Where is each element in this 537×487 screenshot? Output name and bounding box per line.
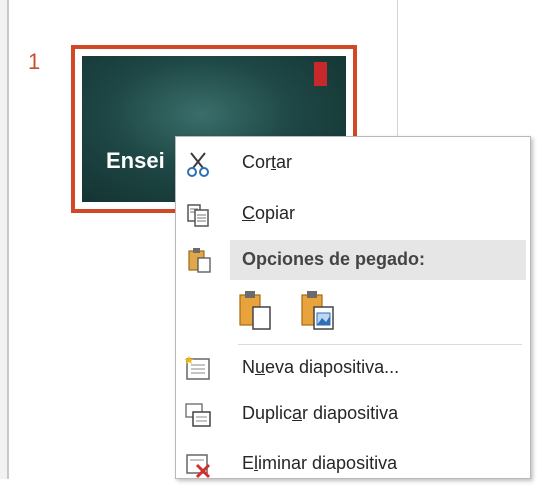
context-menu: Cortar Copiar Opciones de pegado: Nueva … xyxy=(175,136,531,479)
menu-item-new-slide-label: Nueva diapositiva... xyxy=(242,357,400,377)
menu-item-cut-label: Cortar xyxy=(242,152,293,172)
menu-item-delete-slide-label: Eliminar diapositiva xyxy=(242,453,398,473)
paste-options-header: Opciones de pegado: xyxy=(230,240,526,280)
paste-picture-icon xyxy=(301,291,334,330)
new-slide-icon xyxy=(184,356,210,380)
paste-icon xyxy=(188,248,211,273)
slide-thumbnail-title: Ensei xyxy=(106,148,165,173)
menu-item-delete-slide[interactable]: Eliminar diapositiva xyxy=(176,443,530,487)
slide-number: 1 xyxy=(28,49,41,74)
menu-item-copy-label: Copiar xyxy=(242,203,296,223)
menu-item-duplicate-slide[interactable]: Duplicar diapositiva xyxy=(176,393,530,437)
menu-separator xyxy=(238,344,522,345)
duplicate-slide-icon xyxy=(185,403,211,427)
menu-item-duplicate-slide-label: Duplicar diapositiva xyxy=(242,403,399,423)
menu-item-new-slide[interactable]: Nueva diapositiva... xyxy=(176,347,530,391)
paste-destination-theme-icon xyxy=(239,291,271,330)
menu-item-cut[interactable]: Cortar xyxy=(176,142,530,186)
paste-options-label: Opciones de pegado: xyxy=(242,249,426,269)
paste-option-use-destination[interactable] xyxy=(238,289,274,331)
copy-icon xyxy=(187,204,209,227)
slide-accent-bar xyxy=(314,62,327,86)
scissors-icon xyxy=(187,152,209,177)
menu-item-copy[interactable]: Copiar xyxy=(176,193,530,237)
delete-slide-icon xyxy=(186,454,211,479)
left-panel-edge xyxy=(0,0,9,479)
paste-option-picture[interactable] xyxy=(300,289,336,331)
